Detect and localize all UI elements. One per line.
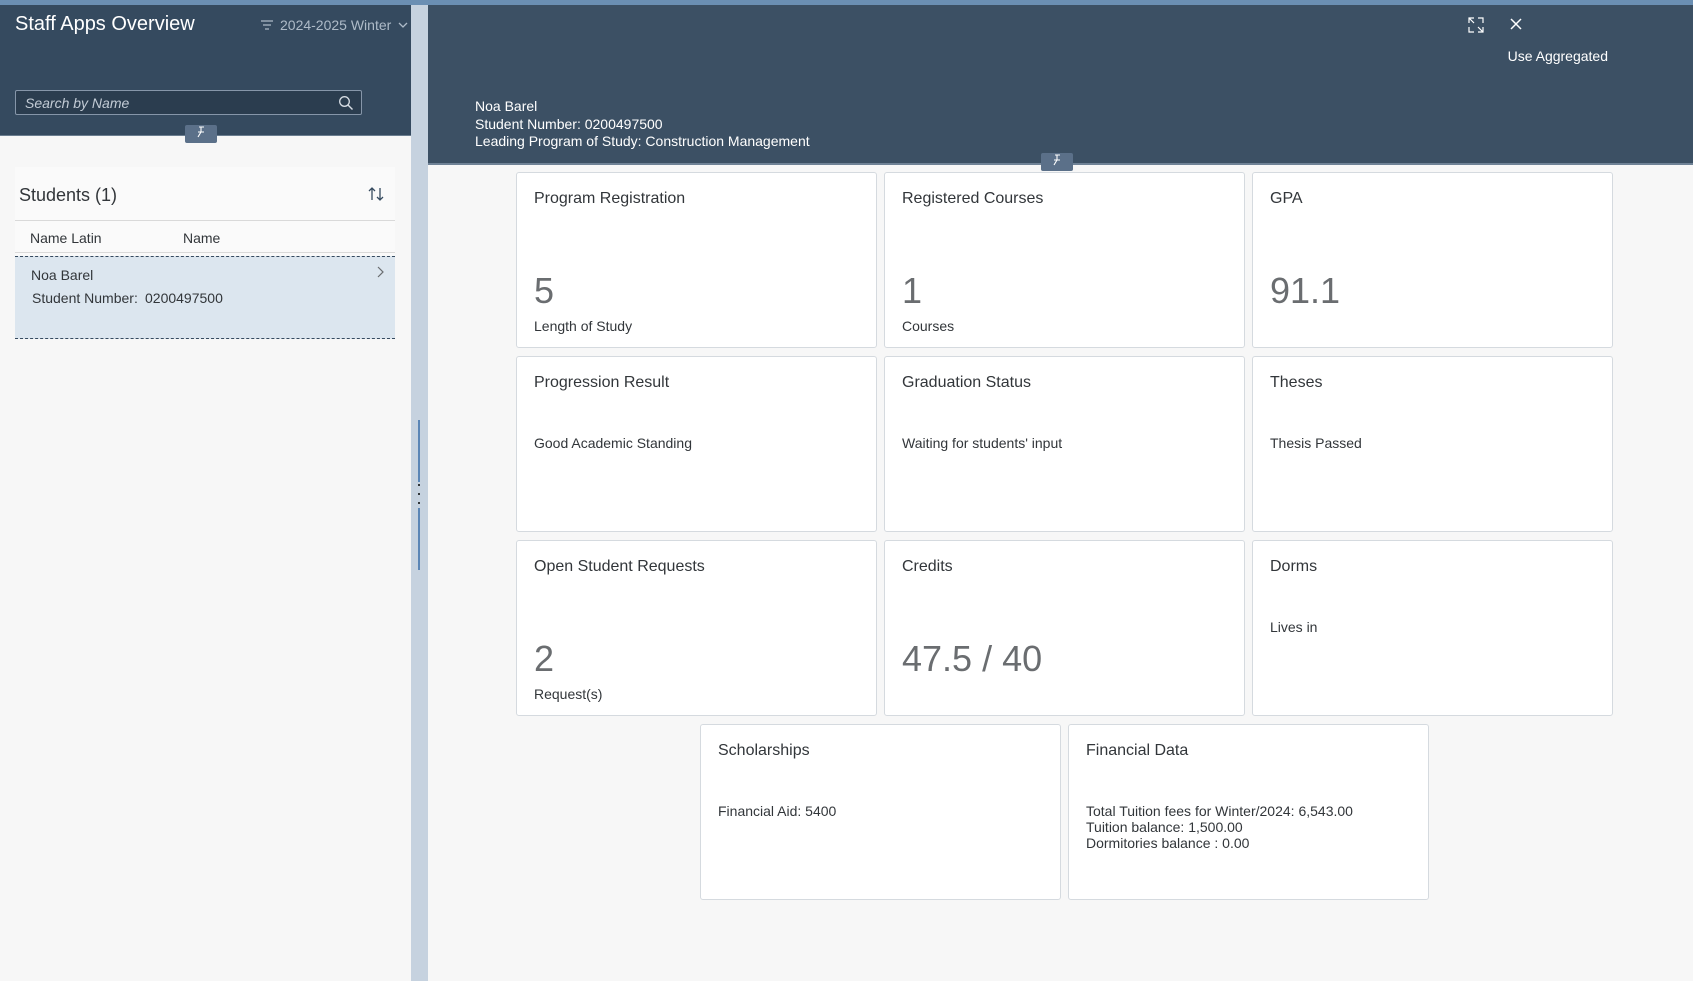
tile-text: Financial Aid: 5400 bbox=[718, 803, 837, 819]
chevron-down-icon bbox=[397, 21, 409, 29]
tile-title: Scholarships bbox=[718, 742, 810, 759]
student-number-value: 0200497500 bbox=[145, 290, 223, 306]
tile-unit: Request(s) bbox=[534, 686, 603, 702]
master-header: Staff Apps Overview 2024-2025 Winter bbox=[0, 5, 411, 136]
tile-title: GPA bbox=[1270, 190, 1303, 207]
table-row[interactable]: Noa Barel Student Number: 0200497500 bbox=[15, 256, 395, 339]
student-header-number: Student Number: 0200497500 bbox=[475, 116, 663, 132]
tile-dorms[interactable]: Dorms Lives in bbox=[1252, 540, 1613, 716]
tile-credits[interactable]: Credits 47.5 / 40 bbox=[884, 540, 1245, 716]
variant-selector[interactable]: 2024-2025 Winter bbox=[260, 17, 409, 33]
tile-theses[interactable]: Theses Thesis Passed bbox=[1252, 356, 1613, 532]
tile-gpa[interactable]: GPA 91.1 bbox=[1252, 172, 1613, 348]
student-header-program: Leading Program of Study: Construction M… bbox=[475, 133, 810, 149]
splitter-line bbox=[418, 508, 420, 570]
pin-header-button[interactable] bbox=[185, 125, 217, 143]
tuition-fees: Total Tuition fees for Winter/2024: 6,54… bbox=[1086, 803, 1353, 819]
variant-label: 2024-2025 Winter bbox=[280, 17, 392, 33]
pin-icon bbox=[1051, 153, 1063, 171]
students-list: Students (1) Name Latin Name Noa Barel S… bbox=[15, 167, 395, 339]
tuition-balance: Tuition balance: 1,500.00 bbox=[1086, 819, 1243, 835]
use-aggregated-button[interactable]: Use Aggregated bbox=[1508, 48, 1608, 64]
detail-panel: Use Aggregated Noa Barel Student Number:… bbox=[428, 5, 1693, 981]
tile-title: Credits bbox=[902, 558, 953, 575]
tile-financial-data[interactable]: Financial Data Total Tuition fees for Wi… bbox=[1068, 724, 1429, 900]
tile-title: Program Registration bbox=[534, 190, 686, 207]
tile-text: Good Academic Standing bbox=[534, 435, 692, 451]
tile-title: Open Student Requests bbox=[534, 558, 705, 575]
tile-title: Financial Data bbox=[1086, 742, 1189, 759]
tile-progression-result[interactable]: Progression Result Good Academic Standin… bbox=[516, 356, 877, 532]
fullscreen-icon[interactable] bbox=[1467, 16, 1485, 39]
student-number-label: Student Number: bbox=[32, 290, 138, 306]
tile-unit: Courses bbox=[902, 318, 955, 334]
tile-registered-courses[interactable]: Registered Courses 1 Courses bbox=[884, 172, 1245, 348]
master-panel: Staff Apps Overview 2024-2025 Winter Stu… bbox=[0, 5, 411, 981]
search-field bbox=[15, 90, 362, 115]
tile-value: 91.1 bbox=[1270, 270, 1341, 311]
sort-icon[interactable] bbox=[367, 185, 385, 208]
column-header-name-latin[interactable]: Name Latin bbox=[30, 230, 102, 246]
tile-text: Waiting for students' input bbox=[902, 435, 1063, 451]
dormitories-balance: Dormitories balance : 0.00 bbox=[1086, 835, 1250, 851]
tile-program-registration[interactable]: Program Registration 5 Length of Study bbox=[516, 172, 877, 348]
tile-value: 5 bbox=[534, 270, 555, 311]
students-title: Students (1) bbox=[19, 185, 118, 205]
tile-value: 2 bbox=[534, 638, 555, 679]
panel-splitter[interactable] bbox=[411, 5, 428, 981]
tile-title: Graduation Status bbox=[902, 374, 1031, 391]
tile-scholarships[interactable]: Scholarships Financial Aid: 5400 bbox=[700, 724, 1061, 900]
student-header-name: Noa Barel bbox=[475, 98, 538, 114]
tile-text-block: Total Tuition fees for Winter/2024: 6,54… bbox=[1086, 803, 1353, 851]
tile-title: Progression Result bbox=[534, 374, 670, 391]
search-input[interactable] bbox=[16, 91, 331, 114]
tile-title: Registered Courses bbox=[902, 190, 1044, 207]
grip-icon[interactable] bbox=[417, 484, 421, 504]
detail-header: Use Aggregated Noa Barel Student Number:… bbox=[428, 5, 1693, 165]
tile-graduation-status[interactable]: Graduation Status Waiting for students' … bbox=[884, 356, 1245, 532]
tile-title: Theses bbox=[1270, 374, 1323, 391]
student-name: Noa Barel bbox=[31, 267, 94, 283]
tile-value: 47.5 / 40 bbox=[902, 638, 1043, 679]
tile-title: Dorms bbox=[1270, 558, 1318, 575]
tile-value: 1 bbox=[902, 270, 923, 311]
column-header-name[interactable]: Name bbox=[183, 230, 220, 246]
tile-unit: Length of Study bbox=[534, 318, 633, 334]
app-title: Staff Apps Overview bbox=[15, 13, 195, 35]
filter-icon bbox=[260, 19, 274, 31]
table-header: Name Latin Name bbox=[15, 220, 395, 253]
splitter-line bbox=[418, 420, 420, 482]
tile-open-student-requests[interactable]: Open Student Requests 2 Request(s) bbox=[516, 540, 877, 716]
chevron-right-icon bbox=[375, 265, 385, 284]
close-icon[interactable] bbox=[1509, 17, 1523, 36]
tile-text: Lives in bbox=[1270, 619, 1318, 635]
pin-icon bbox=[195, 125, 207, 143]
search-icon[interactable] bbox=[338, 95, 354, 116]
tile-text: Thesis Passed bbox=[1270, 435, 1362, 451]
pin-header-button[interactable] bbox=[1041, 153, 1073, 171]
